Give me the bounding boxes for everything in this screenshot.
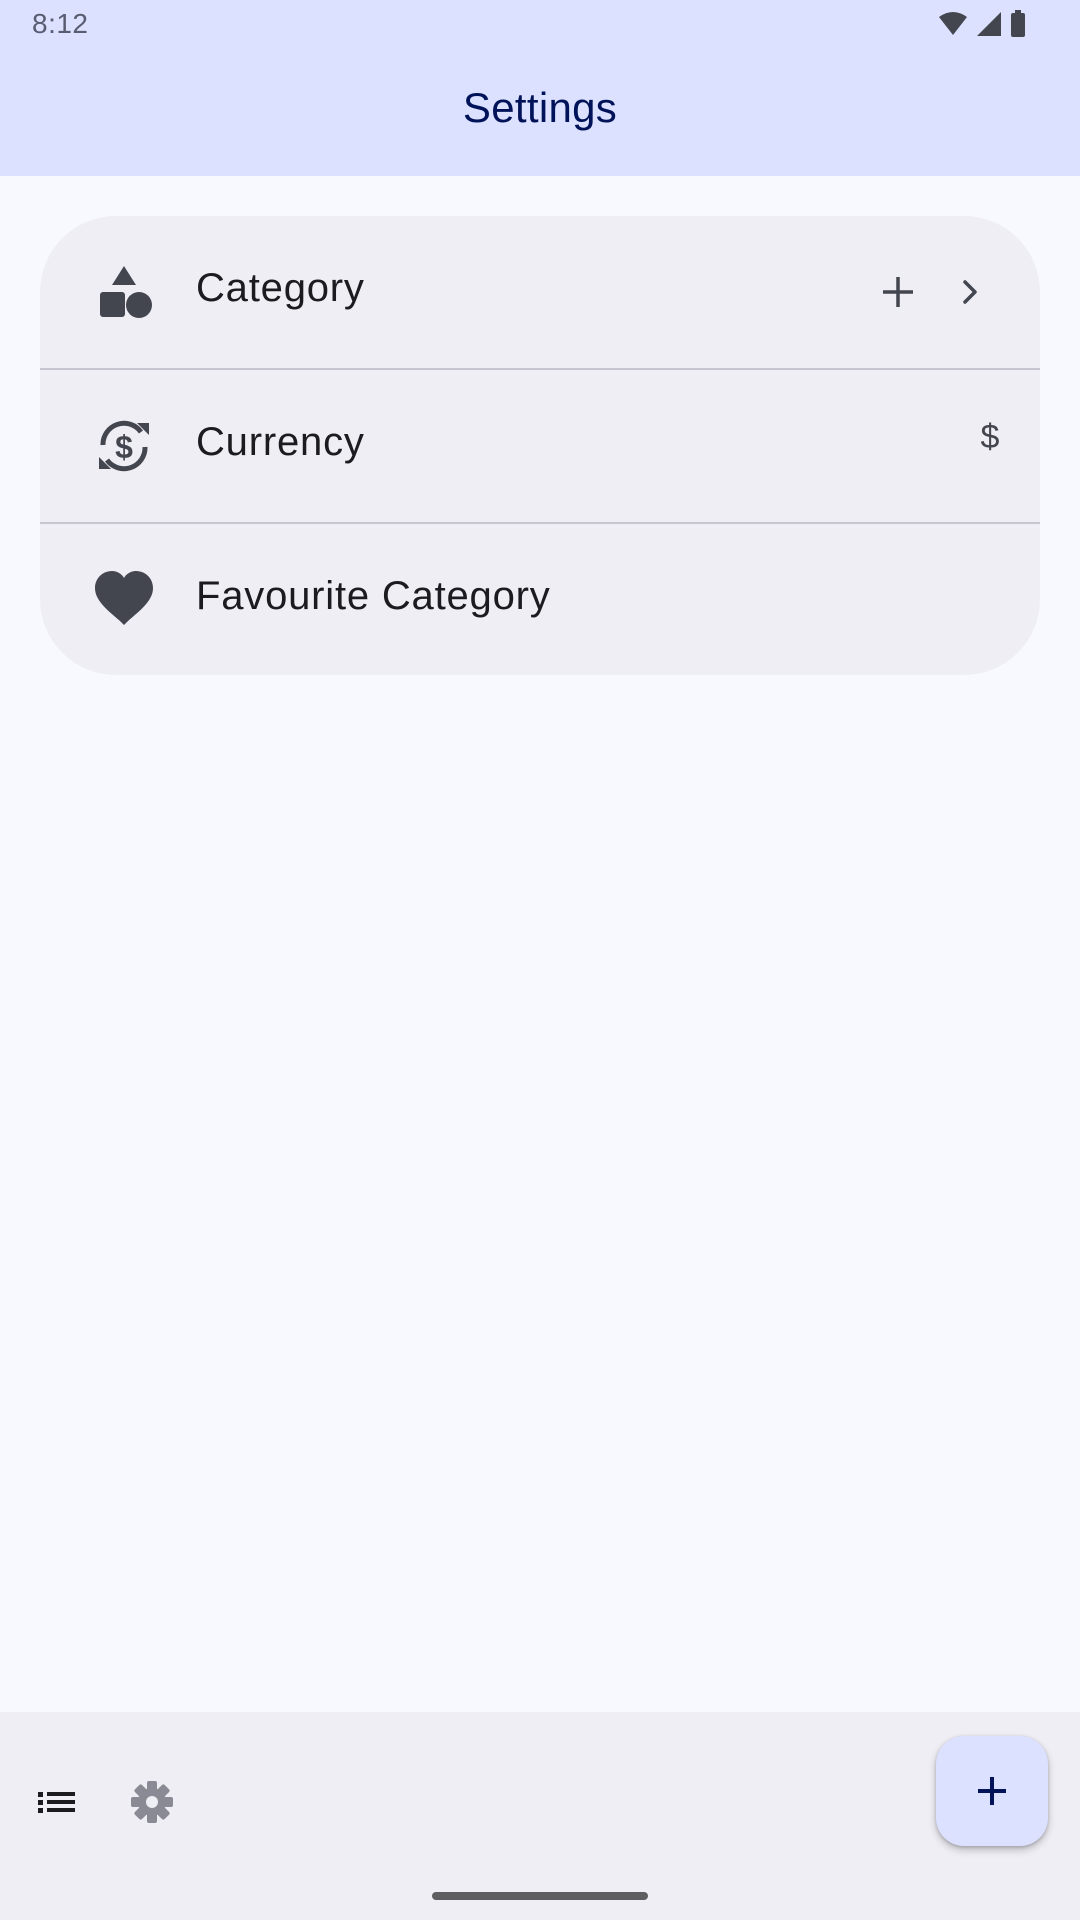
add-fab[interactable]: [936, 1736, 1048, 1846]
settings-item-category[interactable]: Category: [40, 216, 1040, 368]
bottom-app-bar: [0, 1712, 1080, 1920]
svg-text:$: $: [115, 429, 133, 465]
nav-settings-button[interactable]: [122, 1772, 182, 1832]
battery-icon: [1011, 10, 1025, 37]
add-icon: [883, 277, 913, 307]
currency-value: $: [980, 418, 1000, 456]
settings-item-currency[interactable]: $ Currency $: [40, 370, 1040, 522]
chevron-right-icon: [963, 280, 977, 304]
status-bar: 8:12: [0, 0, 1080, 48]
settings-item-label: Favourite Category: [196, 574, 551, 618]
settings-item-favourite-category[interactable]: Favourite Category: [40, 524, 1040, 675]
category-shapes-icon: [92, 260, 156, 324]
status-time: 8:12: [32, 8, 89, 39]
wifi-icon: [939, 12, 967, 35]
add-icon: [978, 1777, 1006, 1805]
cellular-signal-icon: [977, 12, 1001, 36]
settings-item-label: Category: [196, 266, 365, 310]
nav-list-button[interactable]: [28, 1774, 84, 1830]
list-icon: [38, 1792, 75, 1813]
page-title: Settings: [462, 84, 618, 131]
add-category-button[interactable]: [866, 260, 930, 324]
top-app-bar: 8:12 Settings: [0, 0, 1080, 176]
open-category-button[interactable]: [938, 260, 1002, 324]
settings-gear-icon: [131, 1781, 173, 1823]
status-icons: [938, 10, 1026, 38]
settings-item-label: Currency: [196, 420, 365, 464]
heart-icon: [92, 568, 156, 632]
settings-list: Category $ Currency $ Favourite Category: [40, 216, 1040, 675]
gesture-handle: [432, 1892, 648, 1900]
currency-exchange-icon: $: [92, 414, 156, 478]
